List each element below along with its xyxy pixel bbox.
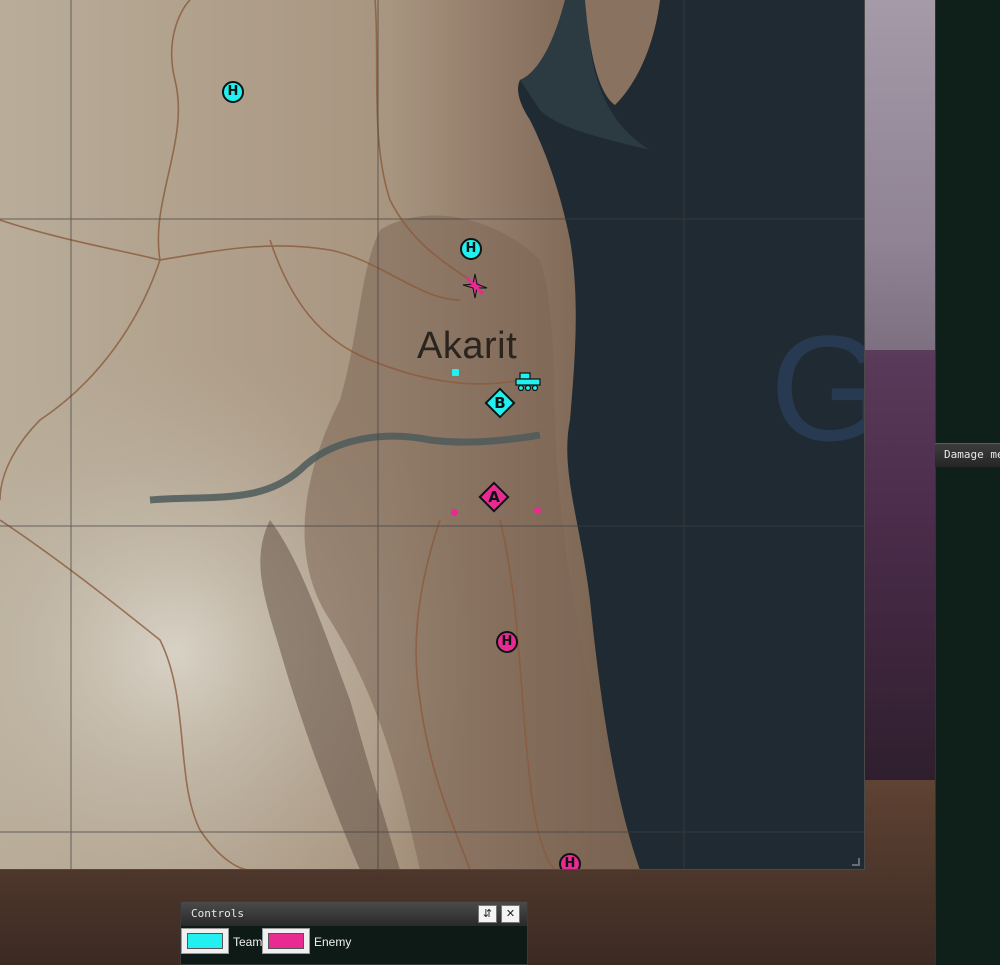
cap-b-label: B [494, 394, 506, 412]
sort-icon[interactable]: ⇵ [478, 905, 497, 923]
enemy-aircraft-icon[interactable] [461, 272, 489, 300]
team-helipad-icon[interactable]: H [222, 81, 244, 103]
tactical-map[interactable]: G Akarit H H B A H H [0, 0, 865, 870]
svg-text:G: G [770, 304, 865, 472]
enemy-helipad-icon[interactable]: H [559, 853, 581, 869]
enemy-color-swatch[interactable] [262, 928, 310, 954]
close-icon[interactable]: ✕ [501, 905, 520, 923]
enemy-color-fill [268, 933, 304, 949]
team-label: Team [233, 935, 263, 949]
team-color-fill [187, 933, 223, 949]
capture-point-a[interactable]: A [478, 481, 510, 513]
controls-header[interactable]: Controls [181, 902, 527, 926]
enemy-unit-marker[interactable] [534, 507, 541, 514]
town-label: Akarit [417, 325, 518, 367]
enemy-unit-marker[interactable] [451, 509, 458, 516]
game-tank-view [865, 350, 935, 780]
team-tank-icon[interactable] [514, 370, 542, 392]
right-side-panel [935, 0, 1000, 965]
controls-window: Controls ⇵ ✕ Team Enemy [180, 901, 528, 965]
capture-point-b[interactable]: B [484, 387, 516, 419]
enemy-label: Enemy [314, 935, 352, 949]
map-resize-grip[interactable] [852, 858, 860, 866]
team-color-swatch[interactable] [181, 928, 229, 954]
controls-title: Controls [191, 907, 244, 920]
enemy-helipad-icon[interactable]: H [496, 631, 518, 653]
cap-a-label: A [488, 488, 500, 506]
damage-panel-header[interactable]: Damage me [935, 443, 1000, 467]
map-terrain: G [0, 0, 865, 869]
team-unit-marker[interactable] [452, 369, 459, 376]
team-helipad-icon[interactable]: H [460, 238, 482, 260]
